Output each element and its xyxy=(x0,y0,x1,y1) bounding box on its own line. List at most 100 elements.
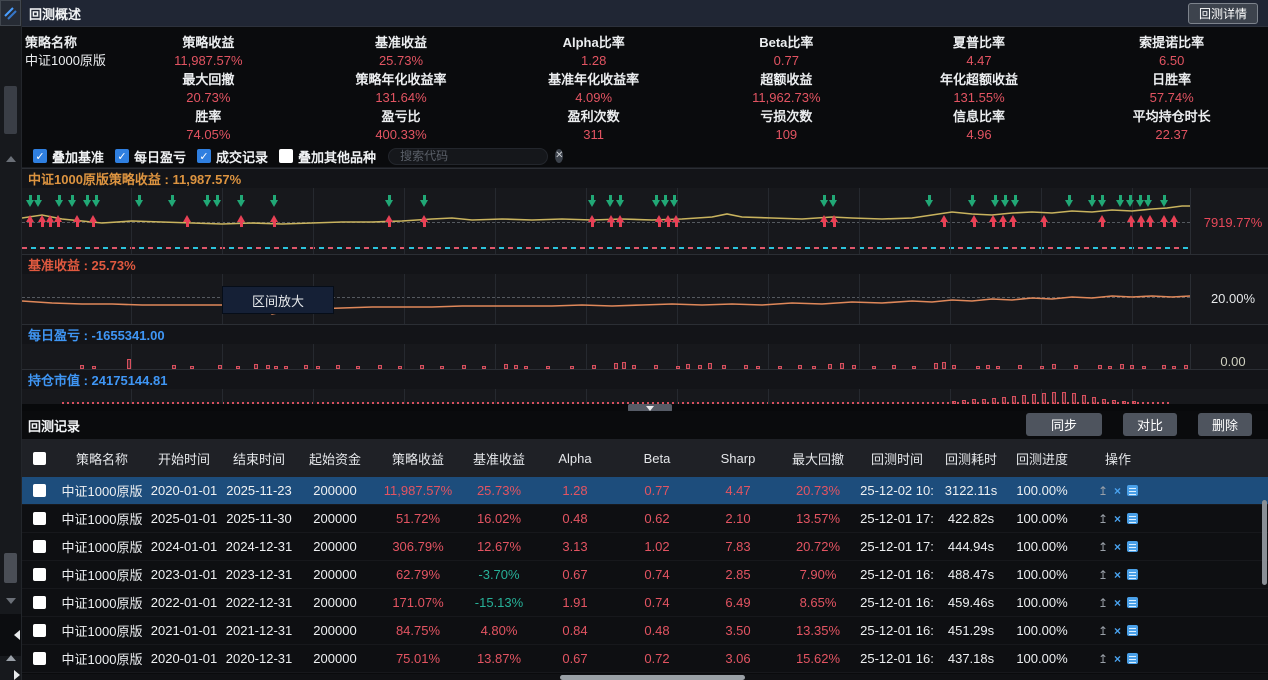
stat-label: Alpha比率 xyxy=(497,34,690,52)
row-checkbox[interactable] xyxy=(33,484,46,497)
table-vertical-scrollbar[interactable] xyxy=(1262,500,1267,585)
column-header[interactable]: Alpha xyxy=(534,451,616,466)
buy-signal-arrow-icon xyxy=(1160,215,1169,227)
sync-button[interactable]: 同步 xyxy=(1026,413,1102,436)
pin-top-icon[interactable]: ↥ xyxy=(1098,485,1108,497)
select-all-checkbox[interactable] xyxy=(33,452,46,465)
column-header[interactable]: 起始资金 xyxy=(298,449,372,468)
pin-top-icon[interactable]: ↥ xyxy=(1098,597,1108,609)
backtest-detail-button[interactable]: 回测详情 xyxy=(1188,3,1258,24)
table-row[interactable]: 中证1000原版2021-01-012021-12-3120000084.75%… xyxy=(22,617,1268,645)
column-header[interactable]: 回测耗时 xyxy=(936,449,1006,468)
checkbox[interactable] xyxy=(279,149,293,163)
stat-value: 4.47 xyxy=(883,52,1076,70)
search-box: ✕ xyxy=(388,148,548,165)
log-icon[interactable] xyxy=(1127,597,1138,608)
column-header[interactable]: Sharp xyxy=(698,451,778,466)
column-header[interactable]: 策略名称 xyxy=(56,449,148,468)
delete-record-icon[interactable]: × xyxy=(1114,653,1121,665)
table-row[interactable]: 中证1000原版2022-01-012022-12-31200000171.07… xyxy=(22,589,1268,617)
pin-top-icon[interactable]: ↥ xyxy=(1098,653,1108,665)
delete-record-icon[interactable]: × xyxy=(1114,485,1121,497)
log-icon[interactable] xyxy=(1127,625,1138,636)
overlay-checkbox-item[interactable]: ✓每日盈亏 xyxy=(115,147,186,166)
delete-record-icon[interactable]: × xyxy=(1114,513,1121,525)
log-icon[interactable] xyxy=(1127,485,1138,496)
sell-signal-arrow-icon xyxy=(68,195,77,207)
delete-record-icon[interactable]: × xyxy=(1114,541,1121,553)
delete-button[interactable]: 删除 xyxy=(1198,413,1252,436)
rail-scroll-thumb[interactable] xyxy=(4,553,17,583)
rail-expand-right-icon[interactable] xyxy=(14,670,20,680)
pin-top-icon[interactable]: ↥ xyxy=(1098,625,1108,637)
column-header[interactable]: 开始时间 xyxy=(148,449,220,468)
compare-button[interactable]: 对比 xyxy=(1123,413,1177,436)
row-checkbox[interactable] xyxy=(33,512,46,525)
column-header[interactable]: 操作 xyxy=(1078,449,1158,468)
delete-record-icon[interactable]: × xyxy=(1114,569,1121,581)
app-logo-icon[interactable] xyxy=(0,0,21,26)
stat-label: 平均持仓时长 xyxy=(1075,108,1268,126)
gridline xyxy=(404,344,405,369)
stat-value: 6.50 xyxy=(1075,52,1268,70)
table-cell: 0.84 xyxy=(534,623,616,638)
log-icon[interactable] xyxy=(1127,569,1138,580)
row-checkbox[interactable] xyxy=(33,568,46,581)
column-header[interactable]: 基准收益 xyxy=(464,449,534,468)
row-checkbox[interactable] xyxy=(33,540,46,553)
rail-scroll-down-icon[interactable] xyxy=(6,598,16,604)
table-row[interactable]: 中证1000原版2020-01-012025-11-2320000011,987… xyxy=(22,477,1268,505)
records-title: 回测记录 xyxy=(22,416,80,435)
table-row[interactable]: 中证1000原版2024-01-012024-12-31200000306.79… xyxy=(22,533,1268,561)
log-icon[interactable] xyxy=(1127,513,1138,524)
column-header[interactable]: 策略收益 xyxy=(372,449,464,468)
column-header[interactable]: Beta xyxy=(616,451,698,466)
stat-cell: 日胜率57.74% xyxy=(1075,71,1268,108)
table-cell: 20.73% xyxy=(778,483,858,498)
table-cell: 100.00% xyxy=(1006,623,1078,638)
column-header[interactable]: 回测进度 xyxy=(1006,449,1078,468)
buy-signal-arrow-icon xyxy=(607,215,616,227)
benchmark-return-chart[interactable]: 20.00% 区间放大 xyxy=(22,274,1268,324)
strategy-return-chart[interactable]: 7919.77% xyxy=(22,188,1268,254)
range-zoom-button[interactable]: 区间放大 xyxy=(222,286,334,314)
delete-record-icon[interactable]: × xyxy=(1114,597,1121,609)
table-row[interactable]: 中证1000原版2025-01-012025-11-3020000051.72%… xyxy=(22,505,1268,533)
column-header[interactable]: 回测时间 xyxy=(858,449,936,468)
overlay-checkbox-item[interactable]: ✓成交记录 xyxy=(197,147,268,166)
daily-pnl-chart[interactable]: 0.00 xyxy=(22,344,1268,369)
clear-search-icon[interactable]: ✕ xyxy=(555,149,563,163)
pnl-bar xyxy=(976,366,980,369)
position-value-chart[interactable] xyxy=(22,389,1268,404)
delete-record-icon[interactable]: × xyxy=(1114,625,1121,637)
checkbox[interactable]: ✓ xyxy=(115,149,129,163)
rail-expand-left-icon[interactable] xyxy=(14,630,20,640)
log-icon[interactable] xyxy=(1127,541,1138,552)
table-cell: 25-12-01 16: xyxy=(858,651,936,666)
column-header[interactable]: 最大回撤 xyxy=(778,449,858,468)
checkbox[interactable]: ✓ xyxy=(33,149,47,163)
search-input[interactable] xyxy=(395,149,555,163)
table-row[interactable]: 中证1000原版2023-01-012023-12-3120000062.79%… xyxy=(22,561,1268,589)
row-checkbox[interactable] xyxy=(33,652,46,665)
pin-top-icon[interactable]: ↥ xyxy=(1098,513,1108,525)
pin-top-icon[interactable]: ↥ xyxy=(1098,541,1108,553)
overlay-checkbox-item[interactable]: 叠加其他品种 xyxy=(279,147,376,166)
row-checkbox[interactable] xyxy=(33,624,46,637)
table-row[interactable]: 中证1000原版2020-01-012020-12-3120000075.01%… xyxy=(22,645,1268,673)
log-icon[interactable] xyxy=(1127,653,1138,664)
column-header[interactable]: 结束时间 xyxy=(220,449,298,468)
table-cell: 2024-12-31 xyxy=(220,539,298,554)
rail-scroll-up-icon[interactable] xyxy=(6,156,16,162)
buy-signal-arrow-icon xyxy=(588,215,597,227)
collapsed-panel-tab[interactable] xyxy=(4,86,17,134)
table-cell: 中证1000原版 xyxy=(56,481,148,500)
overlay-checkbox-item[interactable]: ✓叠加基准 xyxy=(33,147,104,166)
rail-bottom-up-icon[interactable] xyxy=(6,655,16,661)
checkbox[interactable]: ✓ xyxy=(197,149,211,163)
table-horizontal-scrollbar[interactable] xyxy=(560,675,745,680)
pin-top-icon[interactable]: ↥ xyxy=(1098,569,1108,581)
row-checkbox[interactable] xyxy=(33,596,46,609)
table-cell: 51.72% xyxy=(372,511,464,526)
table-cell: 2021-12-31 xyxy=(220,623,298,638)
